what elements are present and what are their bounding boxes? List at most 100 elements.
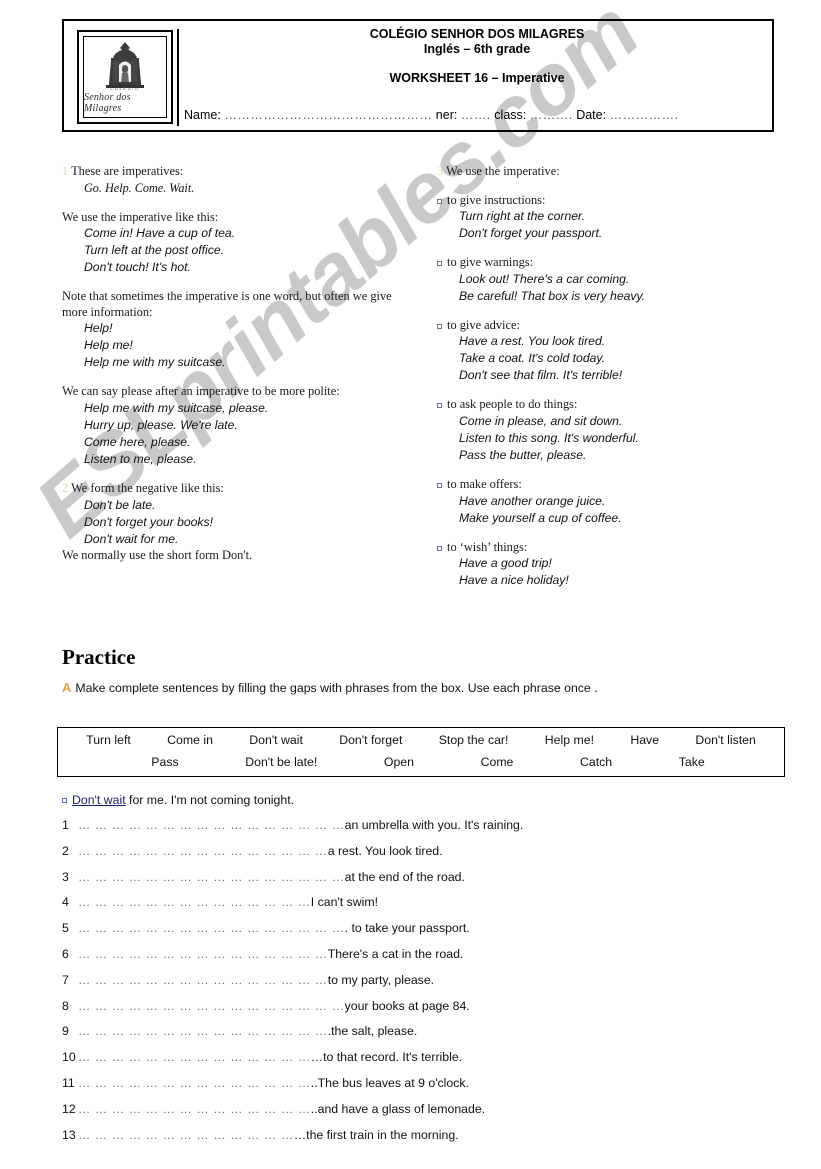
phrase-chip[interactable]: Stop the car! bbox=[421, 733, 527, 747]
theory-example: Don't wait for me. bbox=[84, 531, 179, 546]
exercise-answer-blank[interactable]: … … … … … … … … … … … … … … … bbox=[78, 1024, 328, 1038]
subject-grade: Inglés – 6th grade bbox=[423, 42, 531, 56]
date-field[interactable]: ……………. bbox=[610, 108, 679, 122]
phrase-bank-row-2: Pass Don't be late! Open Come Catch Take bbox=[58, 747, 784, 769]
school-logo: COLÉGIO Senhor dos Milagres bbox=[77, 30, 173, 124]
exercise-row: 1 … … … … … … … … … … … … … … … … an umbre… bbox=[62, 818, 562, 844]
exercise-sentence-tail: an umbrella with you. It's raining. bbox=[344, 818, 524, 832]
phrase-chip[interactable]: Come in bbox=[149, 733, 231, 747]
theory-lead-text: Note that sometimes the imperative is on… bbox=[62, 289, 392, 319]
theory-use-label: to make offers: bbox=[447, 476, 522, 491]
phrase-chip[interactable]: Take bbox=[645, 755, 738, 769]
phrase-chip[interactable]: Catch bbox=[547, 755, 646, 769]
exercise-list: 1… … … … … … … … … … … … … … … … an umbre… bbox=[62, 818, 562, 1153]
phrase-chip[interactable]: Help me! bbox=[527, 733, 613, 747]
phrase-chip[interactable]: Open bbox=[351, 755, 448, 769]
theory-number: 1 bbox=[62, 164, 69, 178]
exercise-number: 2 bbox=[62, 843, 69, 858]
exercise-number: 8 bbox=[62, 998, 69, 1013]
task-text: Make complete sentences by filling the g… bbox=[75, 681, 598, 695]
exercise-row: 6 … … … … … … … … … … … … … … … There's a … bbox=[62, 947, 562, 973]
theory-use-block: to ask people to do things: Come in pleas… bbox=[437, 397, 767, 464]
theory-example: Pass the butter, please. bbox=[459, 447, 587, 462]
phrase-chip[interactable]: Come bbox=[447, 755, 546, 769]
exercise-answer-blank[interactable]: … … … … … … … … … … … … … … … … bbox=[78, 870, 345, 884]
exercise-answer-blank[interactable]: … … … … … … … … … … … … … … … bbox=[78, 973, 328, 987]
phrase-chip[interactable]: Don't listen bbox=[677, 733, 774, 747]
theory-block: 1 These are imperatives: Go. Help. Come. … bbox=[62, 164, 392, 197]
exercise-row: 7 … … … … … … … … … … … … … … … to my par… bbox=[62, 973, 562, 999]
exercise-number: 12 bbox=[62, 1101, 76, 1116]
exercise-answer-blank[interactable]: … … … … … … … … … … … … … … bbox=[78, 1050, 311, 1064]
theory-example: Have a rest. You look tired. bbox=[459, 334, 606, 349]
exercise-answer-blank[interactable]: … … … … … … … … … … … … … … … … bbox=[78, 999, 345, 1013]
student-info-line: Name: ………………………………………… ner: ……. class: …… bbox=[184, 108, 772, 122]
theory-lead-text: We use the imperative like this: bbox=[62, 209, 219, 224]
exercise-row: 8 … … … … … … … … … … … … … … … … your boo… bbox=[62, 999, 562, 1025]
exercise-row: 10… … … … … … … … … … … … … … …to that re… bbox=[62, 1050, 562, 1076]
exercise-row: 13… … … … … … … … … … … … … …the first tr… bbox=[62, 1128, 562, 1154]
theory-use-label-row: to ask people to do things: bbox=[437, 397, 767, 413]
exercise-row: 3 … … … … … … … … … … … … … … … … at the e… bbox=[62, 870, 562, 896]
exercise-answer-blank[interactable]: … … … … … … … … … … … … … … bbox=[78, 1076, 311, 1090]
class-field[interactable]: ………. bbox=[530, 108, 573, 122]
exercise-row: 5 … … … … … … … … … … … … … … … …. to tak… bbox=[62, 921, 562, 947]
exercise-answer-blank[interactable]: … … … … … … … … … … … … … … … … bbox=[78, 818, 345, 832]
theory-footer: We normally use the short form Don't. bbox=[62, 547, 253, 562]
theory-example: Make yourself a cup of coffee. bbox=[459, 510, 622, 525]
phrase-bank-row-1: Turn left Come in Don't wait Don't forget St… bbox=[58, 728, 784, 747]
exercise-sentence-tail: to my party, please. bbox=[327, 972, 435, 987]
bullet-square-icon bbox=[437, 261, 442, 267]
theory-example: Help! bbox=[84, 321, 113, 336]
theory-use-label: to give instructions: bbox=[447, 192, 546, 207]
exercise-number: 7 bbox=[62, 972, 69, 987]
theory-lead: 2 We form the negative like this: bbox=[62, 481, 392, 497]
theory-use-label-row: to give warnings: bbox=[437, 255, 767, 271]
exercise-row: 9 … … … … … … … … … … … … … … … .the salt,… bbox=[62, 1024, 562, 1050]
ner-field[interactable]: ……. bbox=[461, 108, 491, 122]
phrase-chip[interactable]: Don't be late! bbox=[212, 755, 351, 769]
theory-example: Don't forget your books! bbox=[84, 514, 214, 529]
exercise-number: 9 bbox=[62, 1024, 69, 1039]
name-field[interactable]: ………………………………………… bbox=[224, 108, 432, 122]
exercise-answer-blank[interactable]: … … … … … … … … … … … … … … … bbox=[78, 844, 328, 858]
exercise-number: 1 bbox=[62, 818, 69, 832]
phrase-chip[interactable]: Don't forget bbox=[321, 733, 421, 747]
logo-frame: COLÉGIO Senhor dos Milagres bbox=[83, 36, 167, 118]
exercise-answer-blank[interactable]: … … … … … … … … … … … … … … … bbox=[78, 947, 328, 961]
theory-example: Have a nice holiday! bbox=[459, 573, 569, 588]
theory-example: Don't touch! It's hot. bbox=[84, 260, 191, 275]
theory-example: Come in! Have a cup of tea. bbox=[84, 226, 236, 241]
theory-example: Don't see that film. It's terrible! bbox=[459, 368, 623, 383]
theory-block: 2 We form the negative like this: Don't b… bbox=[62, 481, 392, 563]
task-a-instruction: A Make complete sentences by filling the … bbox=[62, 680, 777, 695]
theory-lead: Note that sometimes the imperative is on… bbox=[62, 289, 392, 320]
theory-right-heading: 3 We use the imperative: bbox=[437, 164, 767, 180]
theory-example: Have another orange juice. bbox=[459, 493, 606, 508]
exercise-row: 11… … … … … … … … … … … … … … ..The bus l… bbox=[62, 1076, 562, 1102]
phrase-chip[interactable]: Turn left bbox=[68, 733, 149, 747]
school-name: COLÉGIO SENHOR DOS MILAGRES bbox=[369, 27, 585, 41]
theory-example: Come here, please. bbox=[84, 434, 191, 449]
phrase-chip[interactable]: Have bbox=[612, 733, 677, 747]
exercise-answer-blank[interactable]: … … … … … … … … … … … … … bbox=[78, 1128, 294, 1142]
phrase-chip[interactable]: Pass bbox=[118, 755, 212, 769]
exercise-answer-blank[interactable]: … … … … … … … … … … … … … … … … bbox=[78, 921, 345, 935]
exercise-number: 4 bbox=[62, 895, 69, 910]
theory-lead: We use the imperative like this: bbox=[62, 210, 392, 226]
bullet-square-icon bbox=[437, 323, 442, 329]
theory-use-block: to make offers: Have another orange juice… bbox=[437, 477, 767, 527]
exercise-answer-blank[interactable]: … … … … … … … … … … … … … … bbox=[78, 895, 311, 909]
exercise-sentence-tail: I can't swim! bbox=[310, 895, 379, 910]
bullet-square-icon bbox=[437, 545, 442, 551]
phrase-chip[interactable]: Don't wait bbox=[231, 733, 321, 747]
theory-example: Go. Help. Come. Wait. bbox=[84, 180, 195, 195]
exercise-sentence-tail: .the salt, please. bbox=[327, 1024, 418, 1039]
task-letter: A bbox=[62, 680, 72, 695]
theory-use-block: to give instructions: Turn right at the c… bbox=[437, 193, 767, 243]
exercise-sentence-tail: There's a cat in the road. bbox=[327, 946, 464, 961]
logo-colegio-label: COLÉGIO bbox=[110, 86, 140, 91]
exercise-answer-blank[interactable]: … … … … … … … … … … … … … … bbox=[78, 1102, 311, 1116]
theory-number: 3 bbox=[437, 164, 444, 178]
theory-use-label: to ask people to do things: bbox=[447, 397, 578, 412]
